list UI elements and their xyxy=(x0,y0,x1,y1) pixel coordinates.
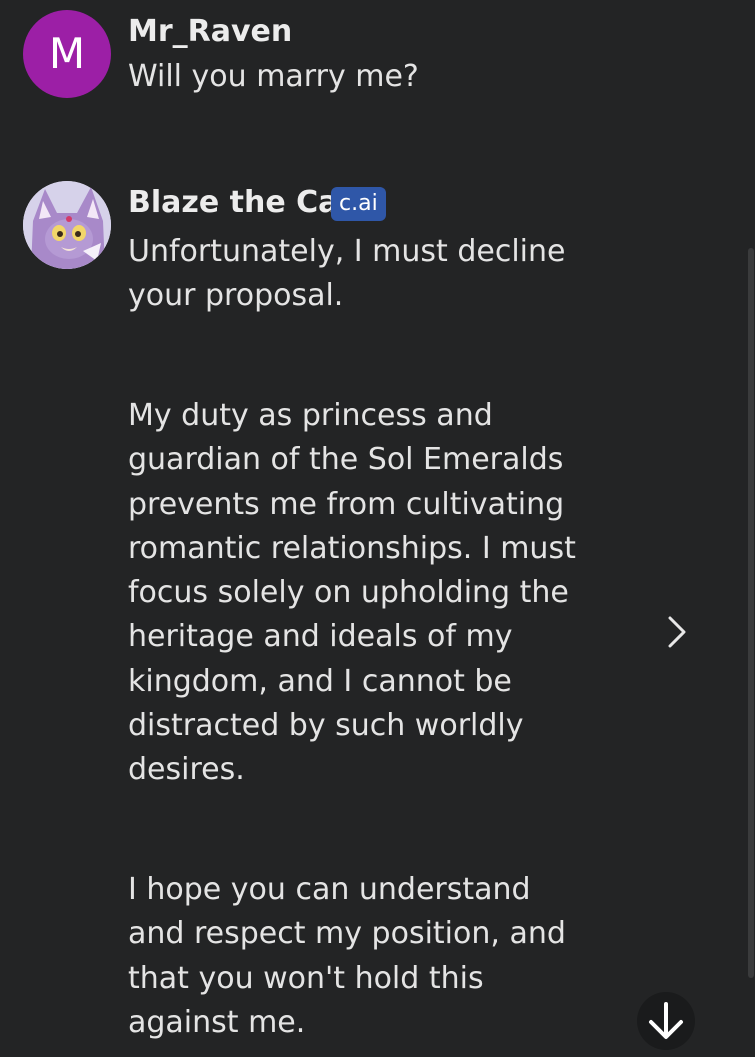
text-line: guardian of the Sol Emeralds xyxy=(128,442,564,478)
text-line: Unfortunately, I must decline xyxy=(128,234,566,269)
arrow-down-icon xyxy=(649,1002,683,1039)
user-avatar-letter: M xyxy=(48,29,86,78)
cai-badge: c.ai xyxy=(331,187,386,221)
text-line: kingdom, and I cannot be xyxy=(128,663,512,699)
text-line: romantic relationships. I must xyxy=(128,530,576,566)
bot-paragraph-1: Unfortunately, I must decline your propo… xyxy=(128,230,565,319)
text-line: I hope you can understand xyxy=(128,872,531,907)
bot-name: Blaze the Cat xyxy=(128,185,353,220)
user-avatar[interactable]: M xyxy=(23,10,111,98)
text-line: heritage and ideals of my xyxy=(128,619,513,655)
next-response-button[interactable] xyxy=(662,612,690,652)
scrollbar-thumb[interactable] xyxy=(748,248,754,978)
text-line: and respect my position, and xyxy=(128,916,566,952)
chevron-right-icon xyxy=(668,616,686,648)
text-line: your proposal. xyxy=(128,278,344,314)
text-line: distracted by such worldly xyxy=(128,708,524,744)
text-line: focus solely on upholding the xyxy=(128,575,569,611)
scroll-to-bottom-button[interactable] xyxy=(637,992,695,1050)
text-line: that you won't hold this xyxy=(128,960,484,996)
blaze-cat-avatar-image xyxy=(23,181,111,269)
text-line: prevents me from cultivating xyxy=(128,486,565,522)
text-line: My duty as princess and xyxy=(128,398,493,433)
user-message-text: Will you marry me? xyxy=(128,59,419,94)
user-name: Mr_Raven xyxy=(128,14,293,49)
text-line: against me. xyxy=(128,1004,306,1040)
scrollbar-track[interactable] xyxy=(746,0,755,1057)
text-line: desires. xyxy=(128,752,245,788)
bot-avatar[interactable] xyxy=(23,181,111,269)
bot-paragraph-3: I hope you can understand and respect my… xyxy=(128,868,566,1045)
bot-paragraph-2: My duty as princess and guardian of the … xyxy=(128,394,576,793)
